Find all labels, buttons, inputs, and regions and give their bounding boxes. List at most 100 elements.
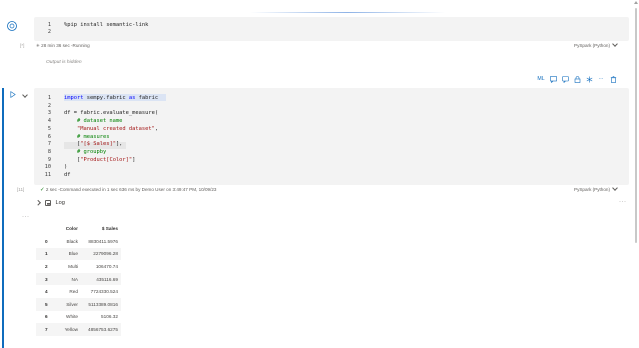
chevron-down-icon	[612, 185, 618, 191]
table-cell-color: Silver	[51, 297, 81, 311]
log-toggle[interactable]: Log	[35, 200, 65, 206]
output-more-button[interactable]: ···	[619, 199, 627, 205]
line-number: 2	[47, 102, 51, 109]
code-line: # measures	[64, 133, 110, 140]
table-cell-color: Red	[69, 289, 78, 295]
code-cell-1[interactable]	[34, 17, 629, 41]
table-cell-color: Black	[66, 238, 78, 244]
chevron-down-icon	[612, 41, 618, 47]
run-cell-icon[interactable]	[10, 91, 16, 98]
spinner-icon: ✳	[36, 43, 40, 48]
table-cell-idx: 2	[45, 263, 48, 269]
table-row: 1 Blue 2279096.28	[36, 247, 121, 261]
chat-icon	[561, 75, 569, 83]
line-number: 11	[44, 172, 51, 178]
line-number: 2	[47, 29, 51, 36]
code-line: df = fabric.evaluate_measure(	[64, 110, 159, 117]
table-cell-color: Yellow	[51, 323, 81, 336]
table-cell-idx: 3	[36, 272, 51, 286]
snowflake-icon	[586, 76, 592, 82]
lock-icon	[574, 75, 580, 83]
code-line: %pip install semantic-link	[64, 22, 149, 28]
table-cell-sales: 8830411.5976	[88, 238, 118, 244]
scroll-up-arrow-icon[interactable]	[634, 1, 638, 4]
code-line: ["Product[Color]"]	[64, 156, 136, 163]
table-cell-color: Blue	[51, 247, 81, 261]
code-line: # groupby	[64, 148, 107, 155]
scrollbar-thumb[interactable]	[635, 8, 637, 243]
table-cell-color: Multi	[68, 263, 78, 269]
line-number: 3	[47, 110, 51, 117]
line-number: 6	[47, 133, 51, 140]
progress-indicator	[250, 12, 445, 13]
code-line: )	[64, 164, 68, 171]
language-label-1: PySpark (Python)	[574, 43, 610, 48]
refresh-icon[interactable]	[6, 20, 18, 32]
cell-toolbar: ML ···	[537, 74, 617, 84]
comment-icon	[549, 75, 557, 83]
line-number: 4	[47, 118, 51, 125]
table-cell-idx: 4	[45, 289, 48, 295]
code-line: df	[64, 172, 71, 178]
cell-status-text-2: 2 sec -Command executed in 1 sec 636 ms …	[45, 187, 217, 192]
line-number: 7	[47, 141, 51, 148]
table-row: 7 Yellow 4856753.6275	[36, 323, 121, 336]
line-number: 8	[47, 148, 51, 155]
line-number: 5	[47, 125, 51, 132]
line-number: 1	[47, 95, 51, 101]
chat-button[interactable]	[561, 74, 569, 84]
output-options-button[interactable]: ···	[22, 214, 30, 220]
active-cell-indicator	[2, 88, 4, 348]
table-header-row: Color $ Sales	[36, 222, 121, 235]
lock-button[interactable]	[573, 74, 581, 84]
table-row: 0 Black 8830411.5976	[36, 235, 121, 248]
collapse-chevron-icon[interactable]	[22, 92, 28, 98]
column-header-sales: $ Sales	[101, 226, 118, 231]
code-line: ["[$ Sales]"],	[64, 141, 123, 148]
line-number: 1	[47, 22, 51, 28]
table-cell-sales: 2279096.28	[81, 247, 121, 261]
table-cell-idx: 5	[36, 297, 51, 311]
freeze-button[interactable]	[585, 74, 593, 84]
more-options-label: ···	[598, 76, 604, 82]
trash-icon	[610, 75, 616, 83]
table-cell-sales: 7724330.524	[90, 289, 118, 295]
line-number: 9	[47, 156, 51, 163]
cell-status-2: ✓ 2 sec -Command executed in 1 sec 636 m…	[40, 187, 216, 193]
table-cell-sales: 4856753.6275	[81, 323, 121, 336]
table-cell-sales: 5106.32	[101, 314, 118, 320]
more-options-button[interactable]: ···	[597, 74, 605, 84]
column-header-index	[36, 222, 51, 235]
table-cell-color: White	[66, 314, 78, 320]
table-cell-color: NA	[51, 272, 81, 286]
chevron-right-icon	[35, 200, 41, 206]
table-row: 4 Red 7724330.524	[36, 285, 121, 298]
table-cell-idx: 6	[45, 314, 48, 320]
output-dataframe-table: Color $ Sales 0 Black 8830411.5976 1 Blue 227…	[36, 222, 121, 336]
table-cell-idx: 1	[36, 247, 51, 261]
comment-button[interactable]	[549, 74, 557, 84]
language-label-2: PySpark (Python)	[574, 187, 610, 192]
ml-button[interactable]: ML	[537, 74, 545, 84]
table-cell-idx: 7	[36, 323, 51, 336]
code-line: "Manual created dataset",	[76, 125, 159, 132]
table-row: 3 NA 435116.69	[36, 272, 121, 286]
delete-button[interactable]	[609, 74, 617, 84]
ml-button-label: ML	[537, 76, 545, 82]
table-row: 5 Silver 5113389.0816	[36, 297, 121, 311]
language-selector-1[interactable]: PySpark (Python)	[574, 41, 618, 48]
code-line: import sempy.fabric as fabric	[64, 95, 159, 101]
cell-status-1: ✳ 28 min 36 sec -Running	[36, 43, 90, 49]
line-number: 10	[44, 164, 51, 171]
language-selector-2[interactable]: PySpark (Python)	[574, 185, 618, 192]
table-cell-sales: 435116.69	[81, 272, 121, 286]
table-cell-sales: 5113389.0816	[81, 297, 121, 311]
table-cell-idx: 0	[45, 238, 48, 244]
code-line: # dataset name	[64, 118, 123, 125]
check-icon: ✓	[40, 187, 45, 193]
log-icon	[44, 200, 51, 206]
execution-count-1: [*]	[20, 43, 25, 48]
code-cell-2[interactable]	[34, 88, 629, 185]
table-row: 6 White 5106.32	[36, 311, 121, 324]
cell-status-text-1: 28 min 36 sec -Running	[41, 43, 90, 48]
